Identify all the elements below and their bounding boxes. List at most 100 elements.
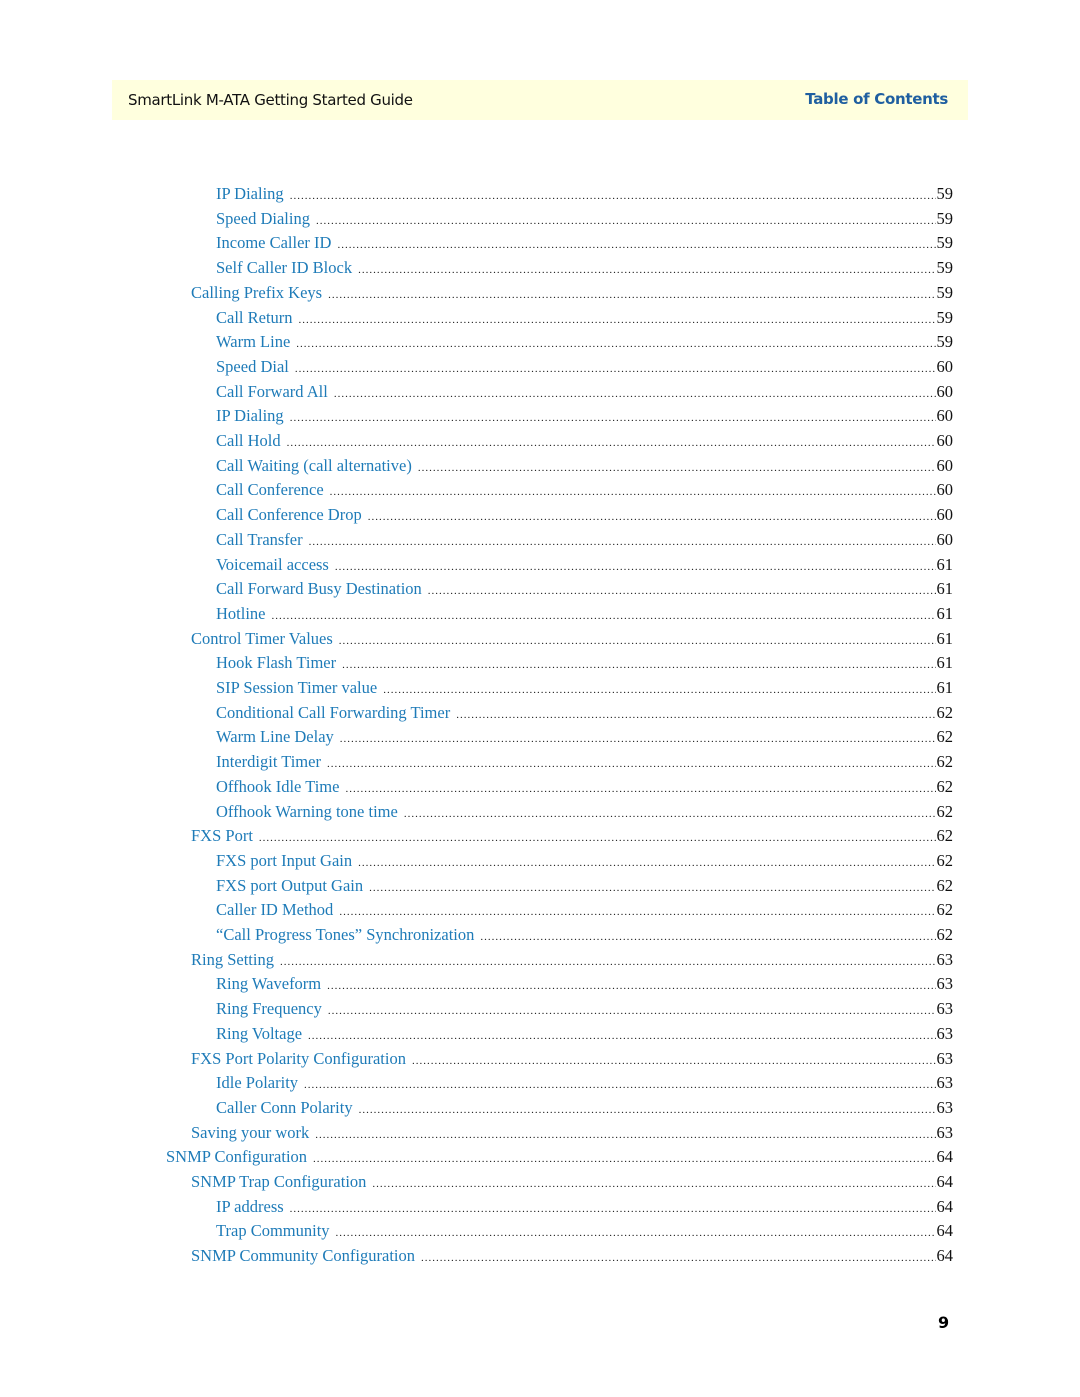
toc-entry[interactable]: Hook Flash Timer 61: [216, 653, 953, 677]
toc-entry-page[interactable]: 63: [936, 974, 954, 994]
toc-entry[interactable]: Speed Dial 60: [216, 357, 953, 381]
toc-entry[interactable]: Interdigit Timer 62: [216, 752, 953, 776]
toc-entry[interactable]: FXS port Input Gain 62: [216, 851, 953, 875]
toc-entry-label[interactable]: Hook Flash Timer: [216, 653, 342, 673]
toc-entry-page[interactable]: 62: [936, 752, 954, 772]
toc-entry-label[interactable]: Ring Setting: [191, 950, 280, 970]
toc-entry-page[interactable]: 64: [936, 1221, 954, 1241]
toc-entry[interactable]: Idle Polarity 63: [216, 1073, 953, 1097]
toc-entry-label[interactable]: Call Hold: [216, 431, 287, 451]
toc-entry-label[interactable]: SNMP Configuration: [166, 1147, 313, 1167]
toc-entry-page[interactable]: 62: [936, 777, 954, 797]
toc-entry[interactable]: Call Forward All 60: [216, 382, 953, 406]
toc-entry-page[interactable]: 61: [936, 555, 954, 575]
toc-entry-label[interactable]: Hotline: [216, 604, 272, 624]
toc-entry-label[interactable]: IP Dialing: [216, 184, 290, 204]
toc-entry-page[interactable]: 59: [936, 283, 954, 303]
toc-entry-page[interactable]: 60: [936, 406, 954, 426]
toc-entry-label[interactable]: Caller ID Method: [216, 900, 339, 920]
toc-entry[interactable]: IP Dialing 60: [216, 406, 953, 430]
toc-entry[interactable]: IP Dialing 59: [216, 184, 953, 208]
toc-entry[interactable]: Offhook Warning tone time 62: [216, 802, 953, 826]
toc-entry-label[interactable]: Warm Line: [216, 332, 296, 352]
toc-entry[interactable]: Hotline 61: [216, 604, 953, 628]
toc-entry-page[interactable]: 60: [936, 480, 954, 500]
toc-entry-label[interactable]: Saving your work: [191, 1123, 315, 1143]
toc-entry-page[interactable]: 63: [936, 1024, 954, 1044]
toc-entry-page[interactable]: 60: [936, 431, 954, 451]
toc-entry[interactable]: Conditional Call Forwarding Timer 62: [216, 703, 953, 727]
toc-entry-page[interactable]: 62: [936, 851, 954, 871]
toc-entry-label[interactable]: Trap Community: [216, 1221, 336, 1241]
toc-entry-page[interactable]: 61: [936, 579, 954, 599]
toc-entry-label[interactable]: Call Waiting (call alternative): [216, 456, 418, 476]
toc-entry-label[interactable]: Call Conference: [216, 480, 330, 500]
toc-entry[interactable]: Call Hold 60: [216, 431, 953, 455]
toc-entry-label[interactable]: Call Conference Drop: [216, 505, 368, 525]
toc-entry-page[interactable]: 62: [936, 876, 954, 896]
toc-entry[interactable]: FXS Port Polarity Configuration 63: [191, 1049, 953, 1073]
toc-entry[interactable]: Warm Line Delay 62: [216, 727, 953, 751]
toc-entry-label[interactable]: FXS port Input Gain: [216, 851, 358, 871]
toc-entry[interactable]: Call Forward Busy Destination 61: [216, 579, 953, 603]
toc-entry-label[interactable]: “Call Progress Tones” Synchronization: [216, 925, 480, 945]
toc-entry[interactable]: SNMP Configuration 64: [166, 1147, 953, 1171]
toc-entry-page[interactable]: 63: [936, 950, 954, 970]
toc-entry-page[interactable]: 59: [936, 184, 954, 204]
toc-entry-label[interactable]: Offhook Idle Time: [216, 777, 345, 797]
toc-entry[interactable]: Call Transfer 60: [216, 530, 953, 554]
toc-entry-page[interactable]: 63: [936, 1073, 954, 1093]
toc-entry[interactable]: Income Caller ID 59: [216, 233, 953, 257]
toc-entry[interactable]: Calling Prefix Keys 59: [191, 283, 953, 307]
toc-entry-page[interactable]: 64: [936, 1197, 954, 1217]
toc-entry-label[interactable]: Income Caller ID: [216, 233, 337, 253]
toc-entry-page[interactable]: 62: [936, 900, 954, 920]
toc-entry-page[interactable]: 59: [936, 308, 954, 328]
toc-entry[interactable]: Ring Waveform 63: [216, 974, 953, 998]
toc-entry-page[interactable]: 62: [936, 727, 954, 747]
toc-entry[interactable]: Control Timer Values 61: [191, 629, 953, 653]
toc-entry-label[interactable]: Ring Waveform: [216, 974, 327, 994]
toc-entry-page[interactable]: 63: [936, 1123, 954, 1143]
toc-entry[interactable]: Ring Voltage 63: [216, 1024, 953, 1048]
toc-entry-label[interactable]: Call Forward All: [216, 382, 334, 402]
toc-entry-label[interactable]: Voicemail access: [216, 555, 335, 575]
toc-entry[interactable]: SIP Session Timer value 61: [216, 678, 953, 702]
toc-entry[interactable]: Voicemail access 61: [216, 555, 953, 579]
toc-entry-page[interactable]: 63: [936, 1098, 954, 1118]
toc-entry[interactable]: Call Waiting (call alternative) 60: [216, 456, 953, 480]
toc-entry[interactable]: SNMP Trap Configuration 64: [191, 1172, 953, 1196]
toc-entry[interactable]: IP address 64: [216, 1197, 953, 1221]
toc-entry[interactable]: Caller ID Method 62: [216, 900, 953, 924]
toc-entry-page[interactable]: 62: [936, 703, 954, 723]
toc-entry-page[interactable]: 64: [936, 1246, 954, 1266]
toc-entry-page[interactable]: 59: [936, 209, 954, 229]
toc-entry-page[interactable]: 62: [936, 826, 954, 846]
toc-entry-label[interactable]: IP address: [216, 1197, 290, 1217]
toc-entry-label[interactable]: Ring Voltage: [216, 1024, 308, 1044]
toc-entry-label[interactable]: FXS port Output Gain: [216, 876, 369, 896]
toc-entry-page[interactable]: 59: [936, 258, 954, 278]
toc-entry-page[interactable]: 59: [936, 233, 954, 253]
toc-entry-label[interactable]: Offhook Warning tone time: [216, 802, 404, 822]
toc-entry-label[interactable]: Caller Conn Polarity: [216, 1098, 359, 1118]
toc-entry-label[interactable]: SIP Session Timer value: [216, 678, 383, 698]
toc-entry-label[interactable]: Call Forward Busy Destination: [216, 579, 428, 599]
toc-entry-page[interactable]: 62: [936, 925, 954, 945]
toc-entry[interactable]: “Call Progress Tones” Synchronization 62: [216, 925, 953, 949]
toc-entry[interactable]: Saving your work 63: [191, 1123, 953, 1147]
toc-entry-label[interactable]: Speed Dial: [216, 357, 295, 377]
toc-entry-page[interactable]: 61: [936, 653, 954, 673]
toc-entry-page[interactable]: 64: [936, 1172, 954, 1192]
toc-entry-page[interactable]: 60: [936, 530, 954, 550]
toc-entry-label[interactable]: Self Caller ID Block: [216, 258, 358, 278]
toc-entry-page[interactable]: 63: [936, 1049, 954, 1069]
toc-entry-page[interactable]: 59: [936, 332, 954, 352]
toc-entry-page[interactable]: 63: [936, 999, 954, 1019]
toc-entry-page[interactable]: 61: [936, 629, 954, 649]
toc-entry-label[interactable]: IP Dialing: [216, 406, 290, 426]
toc-entry[interactable]: Call Conference Drop 60: [216, 505, 953, 529]
toc-entry-page[interactable]: 61: [936, 678, 954, 698]
toc-entry-page[interactable]: 60: [936, 456, 954, 476]
toc-entry-label[interactable]: Ring Frequency: [216, 999, 328, 1019]
